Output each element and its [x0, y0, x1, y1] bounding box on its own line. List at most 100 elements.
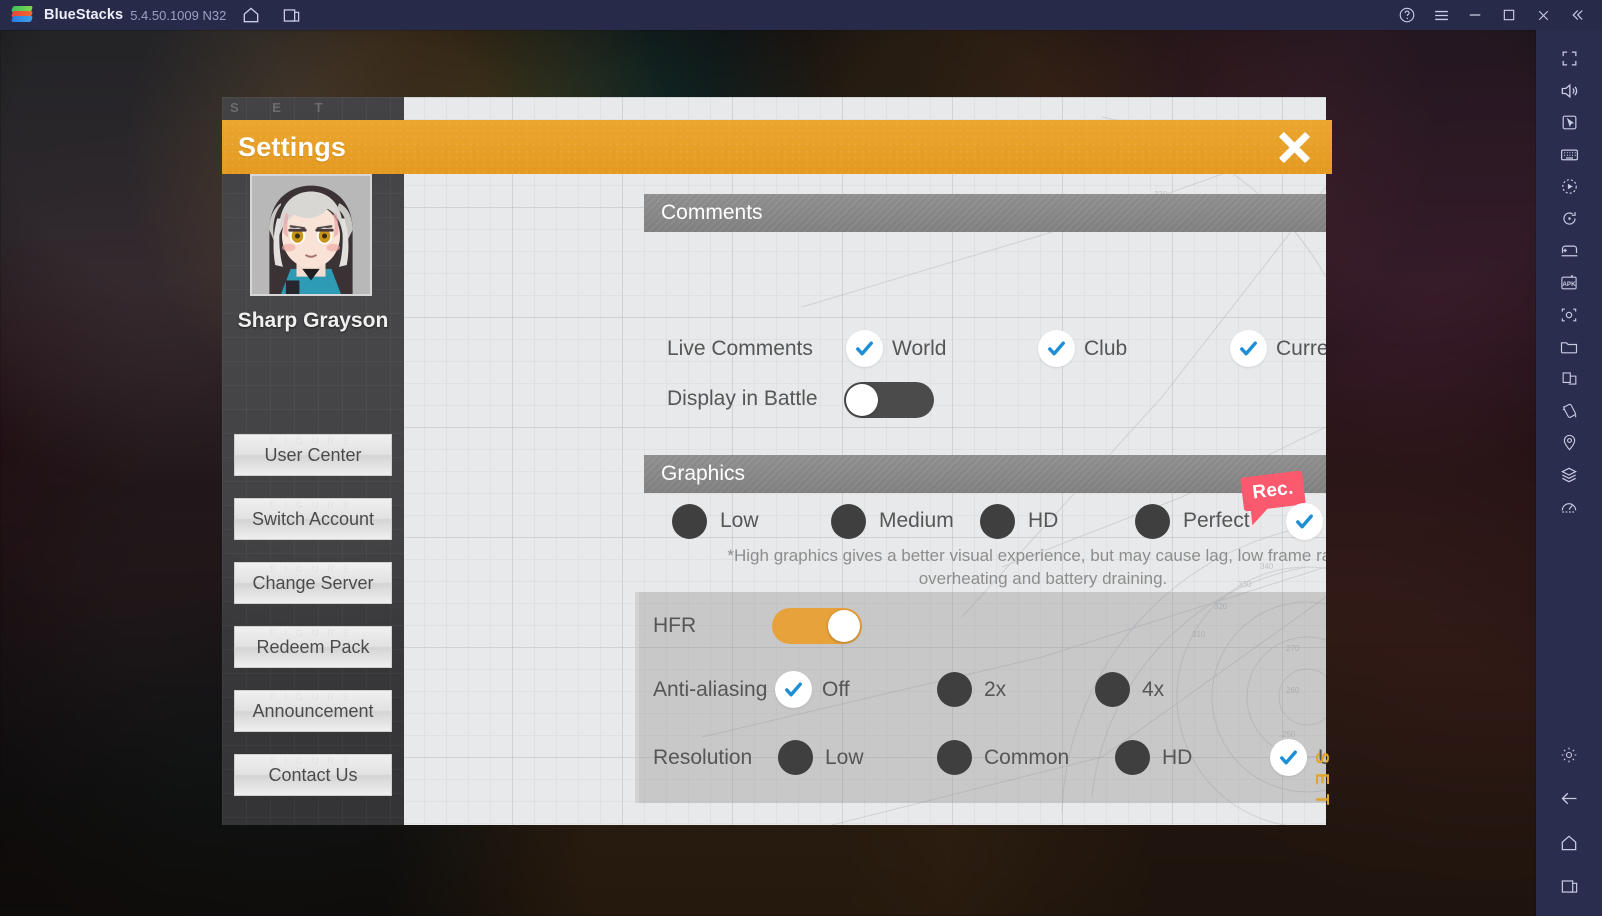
display-in-battle-label: Display in Battle — [667, 387, 818, 410]
antialiasing-off-label: Off — [822, 678, 850, 701]
checkbox-resolution-uhd[interactable] — [1270, 739, 1307, 776]
resolution-low-label: Low — [825, 746, 864, 769]
collapse-icon[interactable] — [1560, 0, 1594, 30]
graphics-hint-line1: *High graphics gives a better visual exp… — [727, 546, 1326, 565]
section-header-graphics: Graphics — [644, 455, 1326, 493]
sidebar-item-label: Announcement — [252, 700, 374, 721]
dialog-body-background: 310320 330340 270260 250 320330 Comments… — [402, 97, 1326, 825]
resolution-label: Resolution — [653, 746, 753, 769]
dialog-header: Settings — [222, 120, 1332, 174]
bluestacks-sidebar-rail: APK — [1536, 30, 1602, 916]
sidebar-item-switch-account[interactable]: FIGURE Switch Account — [234, 498, 392, 540]
sidebar-item-redeem-pack[interactable]: FIGURE Redeem Pack — [234, 626, 392, 668]
antialiasing-4x-label: 4x — [1142, 678, 1165, 701]
dialog-sidebar: Sharp Grayson FIGURE User Center FIGURE … — [222, 97, 404, 825]
screenshot-icon[interactable] — [1536, 299, 1602, 330]
recents-icon[interactable] — [1536, 871, 1602, 902]
titlebar: BlueStacks 5.4.50.1009 N32 — [0, 0, 1602, 30]
antialiasing-2x-label: 2x — [984, 678, 1007, 701]
app-name: BlueStacks — [44, 7, 124, 23]
radio-resolution-low[interactable] — [778, 740, 813, 775]
help-icon[interactable] — [1390, 0, 1424, 30]
minimize-icon[interactable] — [1458, 0, 1492, 30]
radio-graphics-perfect-label: Perfect — [1183, 509, 1250, 532]
gamepad-icon[interactable] — [1536, 235, 1602, 266]
display-in-battle-toggle[interactable] — [844, 382, 934, 418]
hfr-label: HFR — [653, 614, 697, 637]
multi-instance-icon[interactable] — [276, 0, 306, 30]
home-icon[interactable] — [236, 0, 266, 30]
close-icon[interactable] — [1526, 0, 1560, 30]
graphics-hint-line2: overheating and battery draining. — [918, 569, 1168, 588]
radio-graphics-low-label: Low — [720, 509, 759, 532]
radio-graphics-medium[interactable] — [831, 504, 866, 539]
avatar — [250, 174, 372, 296]
checkbox-club[interactable] — [1038, 330, 1075, 367]
section-title: Graphics — [661, 462, 746, 485]
radio-graphics-low[interactable] — [672, 504, 707, 539]
character-portrait-icon — [252, 176, 370, 294]
folder-icon[interactable] — [1536, 331, 1602, 362]
settings-gear-icon[interactable] — [1536, 739, 1602, 770]
sidebar-item-label: User Center — [264, 444, 362, 465]
toggle-knob — [828, 610, 860, 642]
section-title: Comments — [661, 201, 763, 224]
shake-icon[interactable] — [1536, 395, 1602, 426]
checkbox-current-label: Current — [1276, 337, 1326, 360]
install-apk-icon[interactable]: APK — [1536, 267, 1602, 298]
bluestacks-window: BlueStacks 5.4.50.1009 N32 310 320 330 3… — [0, 0, 1602, 916]
location-icon[interactable] — [1536, 427, 1602, 458]
antialiasing-label: Anti-aliasing — [653, 678, 768, 701]
live-comments-label: Live Comments — [667, 337, 813, 360]
volume-icon[interactable] — [1536, 75, 1602, 106]
sidebar-item-label: Redeem Pack — [256, 636, 370, 657]
radio-graphics-perfect[interactable] — [1135, 504, 1170, 539]
resolution-hd-label: HD — [1162, 746, 1193, 769]
sidebar-item-label: Switch Account — [251, 508, 375, 529]
sidebar-item-label: Contact Us — [268, 764, 358, 785]
dialog-watermark: S E T — [230, 100, 338, 115]
rotate-icon[interactable] — [1536, 203, 1602, 234]
radio-graphics-hd[interactable] — [980, 504, 1015, 539]
radio-graphics-hd-label: HD — [1028, 509, 1059, 532]
toggle-knob — [846, 384, 878, 416]
sidebar-item-contact-us[interactable]: FIGURE Contact Us — [234, 754, 392, 796]
maximize-icon[interactable] — [1492, 0, 1526, 30]
window-controls — [1390, 0, 1602, 30]
sidebar-item-announcement[interactable]: FIGURE Announcement — [234, 690, 392, 732]
speedometer-icon[interactable] — [1536, 491, 1602, 522]
close-dialog-button[interactable] — [1274, 127, 1314, 167]
svg-text:APK: APK — [1562, 281, 1576, 288]
checkbox-graphics-custom[interactable] — [1286, 503, 1323, 540]
radio-antialiasing-4x[interactable] — [1095, 672, 1130, 707]
macro-play-icon[interactable] — [1536, 171, 1602, 202]
resolution-common-label: Common — [984, 746, 1070, 769]
radio-resolution-common[interactable] — [937, 740, 972, 775]
radio-resolution-hd[interactable] — [1115, 740, 1150, 775]
checkbox-antialiasing-off[interactable] — [775, 671, 812, 708]
section-header-comments: Comments — [644, 194, 1326, 232]
sidebar-item-user-center[interactable]: FIGURE User Center — [234, 434, 392, 476]
keyboard-icon[interactable] — [1536, 139, 1602, 170]
radio-antialiasing-2x[interactable] — [937, 672, 972, 707]
vertical-watermark: SET — [1312, 752, 1332, 815]
bluestacks-logo-icon — [11, 6, 33, 24]
pointer-icon[interactable] — [1536, 107, 1602, 138]
settings-dialog: 310320 330340 270260 250 320330 Comments… — [222, 97, 1332, 825]
back-arrow-icon[interactable] — [1536, 783, 1602, 814]
profile-name: Sharp Grayson — [237, 309, 389, 332]
checkbox-current[interactable] — [1230, 330, 1267, 367]
sidebar-item-label: Change Server — [252, 572, 374, 593]
rec-badge-label: Rec. — [1251, 477, 1295, 504]
fullscreen-icon[interactable] — [1536, 43, 1602, 74]
sidebar-item-change-server[interactable]: FIGURE Change Server — [234, 562, 392, 604]
settings-content: Comments Live Comments World Club Curren… — [582, 174, 1326, 825]
checkbox-world[interactable] — [846, 330, 883, 367]
hfr-toggle[interactable] — [772, 608, 862, 644]
multi-window-icon[interactable] — [1536, 363, 1602, 394]
home-icon[interactable] — [1536, 827, 1602, 858]
page-title: Settings — [238, 131, 347, 162]
sidebar-buttons: FIGURE User Center FIGURE Switch Account… — [234, 434, 392, 818]
layers-icon[interactable] — [1536, 459, 1602, 490]
menu-icon[interactable] — [1424, 0, 1458, 30]
